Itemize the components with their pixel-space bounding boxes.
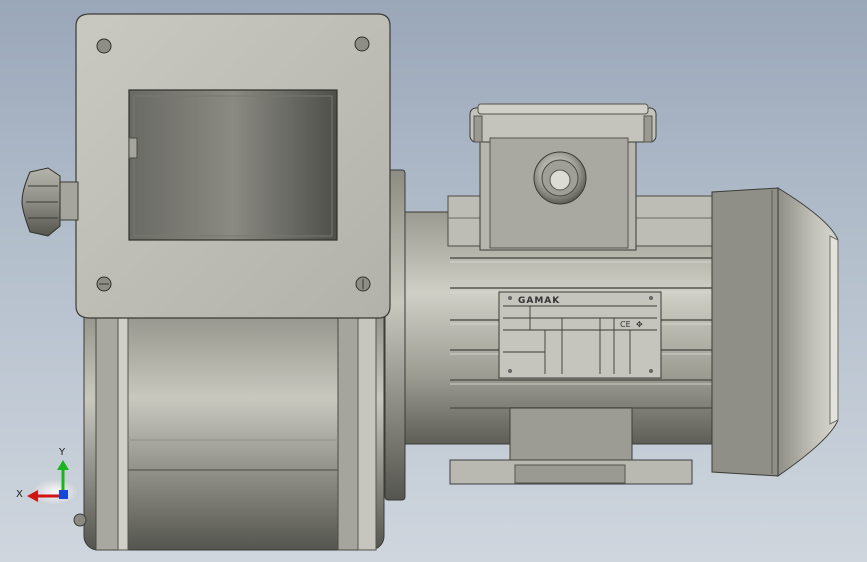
bolt-hole-top-left	[96, 38, 112, 54]
blue-arrow-icon	[59, 490, 68, 499]
blower-assembly	[21, 13, 391, 551]
outlet-opening	[128, 89, 338, 241]
motor-assembly: GAMAK CE ✥	[384, 103, 839, 501]
green-arrow-icon	[57, 460, 69, 470]
cad-viewport[interactable]: GAMAK CE ✥ Y X	[0, 0, 867, 562]
fan-cover	[777, 187, 839, 477]
svg-text:✥: ✥	[636, 320, 643, 329]
motor-foot	[509, 407, 633, 461]
x-axis-label: X	[16, 489, 23, 500]
view-orientation-triad[interactable]: Y X	[16, 447, 79, 506]
cad-model-view[interactable]: GAMAK CE ✥ Y X	[0, 0, 867, 562]
bolt-hole-top-right	[354, 36, 370, 52]
ce-mark: CE	[620, 320, 631, 329]
y-axis-label: Y	[58, 447, 66, 458]
nameplate-brand: GAMAK	[518, 296, 560, 306]
